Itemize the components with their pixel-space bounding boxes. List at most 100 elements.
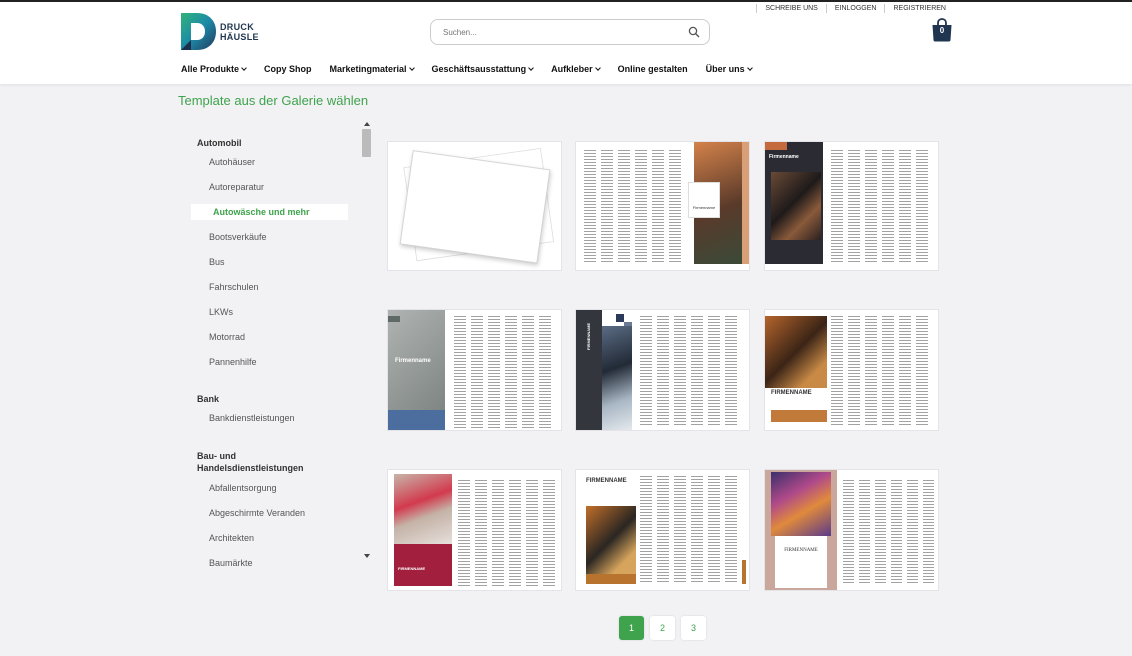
nav-copy-shop[interactable]: Copy Shop bbox=[264, 64, 312, 74]
template-name: Firmenname bbox=[769, 154, 799, 160]
sidebar-item-bus[interactable]: Bus bbox=[209, 257, 225, 267]
chevron-down-icon bbox=[528, 64, 534, 71]
category-automobil[interactable]: Automobil bbox=[197, 137, 242, 149]
template-name: FIRMENNAME bbox=[586, 322, 591, 350]
nav-label: Online gestalten bbox=[617, 64, 688, 74]
category-bank[interactable]: Bank bbox=[197, 393, 219, 405]
site-header: SCHREIBE UNS EINLOGGEN REGISTRIEREN DRUC… bbox=[0, 0, 1132, 84]
contact-link[interactable]: SCHREIBE UNS bbox=[756, 4, 826, 13]
template-white-box bbox=[775, 536, 827, 588]
category-bau-handel[interactable]: Bau- und Handelsdienstleistungen bbox=[197, 450, 337, 474]
template-car-image bbox=[586, 506, 636, 574]
sidebar-item-baumaerkte[interactable]: Baumärkte bbox=[209, 558, 253, 566]
nav-label: Aufkleber bbox=[551, 64, 593, 74]
logo-line1: DRUCK bbox=[220, 21, 254, 32]
calendar-grid bbox=[640, 476, 740, 584]
template-name: Firmenname bbox=[395, 358, 431, 364]
logo-text: DRUCK HÄUSLE bbox=[220, 22, 259, 42]
sidebar-item-autohaeuser[interactable]: Autohäuser bbox=[209, 157, 255, 167]
main-nav: Alle Produkte Copy Shop Marketingmateria… bbox=[181, 64, 770, 74]
calendar-grid bbox=[584, 150, 686, 262]
scroll-down-arrow-icon[interactable] bbox=[364, 554, 370, 558]
search-box bbox=[430, 19, 710, 45]
template-name: FIRMENNAME bbox=[771, 390, 812, 396]
search-icon[interactable] bbox=[688, 26, 700, 38]
nav-label: Über uns bbox=[705, 64, 745, 74]
template-accent-block bbox=[624, 322, 632, 326]
template-name: FIRMENNAME bbox=[784, 548, 818, 553]
page-3-button[interactable]: 3 bbox=[681, 616, 706, 640]
nav-label: Alle Produkte bbox=[181, 64, 240, 74]
nav-label: Copy Shop bbox=[264, 64, 312, 74]
template-card[interactable]: FIRMENNAME bbox=[575, 309, 750, 431]
login-link[interactable]: EINLOGGEN bbox=[825, 4, 885, 13]
template-abstract-image bbox=[771, 472, 831, 536]
template-accent-block bbox=[388, 316, 400, 322]
template-name: FIRMENNAME bbox=[586, 478, 627, 484]
cart-button[interactable]: 0 bbox=[931, 18, 953, 42]
template-card[interactable]: Firmenname bbox=[764, 141, 939, 271]
template-fashion-image bbox=[394, 474, 452, 544]
chevron-down-icon bbox=[408, 64, 415, 71]
category-sidebar: Automobil Autohäuser Autoreparatur Autow… bbox=[185, 122, 360, 566]
sidebar-item-fahrschulen[interactable]: Fahrschulen bbox=[209, 282, 259, 292]
template-card[interactable]: FIRMENNAME bbox=[387, 469, 562, 591]
search-input[interactable] bbox=[431, 20, 671, 44]
logo-icon bbox=[181, 13, 216, 50]
template-accent-block bbox=[765, 142, 787, 150]
calendar-grid bbox=[831, 150, 935, 262]
scroll-thumb[interactable] bbox=[362, 129, 371, 157]
chevron-down-icon bbox=[594, 64, 601, 71]
template-accent-bar bbox=[742, 142, 749, 264]
sidebar-item-motorrad[interactable]: Motorrad bbox=[209, 332, 245, 342]
page-2-button[interactable]: 2 bbox=[650, 616, 675, 640]
register-link[interactable]: REGISTRIEREN bbox=[884, 4, 954, 13]
page-1-button[interactable]: 1 bbox=[619, 616, 644, 640]
template-card[interactable]: Firmenname bbox=[575, 141, 750, 271]
sidebar-item-bootsverkaeufe[interactable]: Bootsverkäufe bbox=[209, 232, 267, 242]
template-car-image bbox=[602, 326, 632, 430]
sidebar-item-bankdienstleistungen[interactable]: Bankdienstleistungen bbox=[209, 413, 295, 423]
nav-online-gestalten[interactable]: Online gestalten bbox=[618, 64, 688, 74]
sidebar-item-architekten[interactable]: Architekten bbox=[209, 533, 254, 543]
template-card[interactable]: Firmenname bbox=[387, 309, 562, 431]
scroll-up-arrow-icon[interactable] bbox=[364, 122, 370, 126]
top-links: SCHREIBE UNS EINLOGGEN REGISTRIEREN bbox=[756, 4, 954, 13]
sidebar-scrollbar[interactable] bbox=[362, 122, 372, 566]
nav-aufkleber[interactable]: Aufkleber bbox=[551, 64, 601, 74]
nav-geschaeftsausstattung[interactable]: Geschäftsausstattung bbox=[432, 64, 534, 74]
cart-count: 0 bbox=[939, 26, 945, 35]
template-car-image bbox=[771, 172, 821, 240]
nav-ueber-uns[interactable]: Über uns bbox=[705, 64, 753, 74]
logo-line2: HÄUSLE bbox=[220, 31, 259, 42]
nav-marketingmaterial[interactable]: Marketingmaterial bbox=[329, 64, 415, 74]
template-name: FIRMENNAME bbox=[398, 566, 426, 571]
nav-label: Geschäftsausstattung bbox=[431, 64, 527, 74]
blank-paper-thumbnail bbox=[399, 148, 555, 264]
nav-alle-produkte[interactable]: Alle Produkte bbox=[181, 64, 247, 74]
template-car-image bbox=[765, 316, 827, 388]
sidebar-item-autowaesche[interactable]: Autowäsche und mehr bbox=[191, 204, 348, 220]
sidebar-item-abgeschirmte-veranden[interactable]: Abgeschirmte Veranden bbox=[209, 508, 305, 518]
template-card[interactable]: FIRMENNAME bbox=[575, 469, 750, 591]
template-footer-bar bbox=[771, 410, 827, 422]
template-name-box: Firmenname bbox=[688, 182, 720, 218]
template-accent-bar bbox=[742, 560, 746, 584]
template-card[interactable]: FIRMENNAME bbox=[764, 469, 939, 591]
sidebar-item-pannenhilfe[interactable]: Pannenhilfe bbox=[209, 357, 257, 367]
template-footer-bar bbox=[586, 574, 636, 584]
calendar-grid bbox=[454, 316, 558, 428]
site-logo[interactable]: DRUCK HÄUSLE bbox=[181, 13, 259, 50]
sidebar-item-abfallentsorgung[interactable]: Abfallentsorgung bbox=[209, 483, 277, 493]
pagination: 1 2 3 bbox=[619, 616, 712, 640]
calendar-grid bbox=[843, 480, 935, 584]
template-card[interactable]: FIRMENNAME bbox=[764, 309, 939, 431]
sidebar-item-lkws[interactable]: LKWs bbox=[209, 307, 233, 317]
template-card[interactable] bbox=[387, 141, 562, 271]
calendar-grid bbox=[640, 316, 746, 426]
sidebar-item-autoreparatur[interactable]: Autoreparatur bbox=[209, 182, 264, 192]
template-accent-block bbox=[616, 314, 624, 322]
nav-label: Marketingmaterial bbox=[329, 64, 407, 74]
chevron-down-icon bbox=[746, 64, 753, 71]
page-title: Template aus der Galerie wählen bbox=[178, 93, 369, 108]
